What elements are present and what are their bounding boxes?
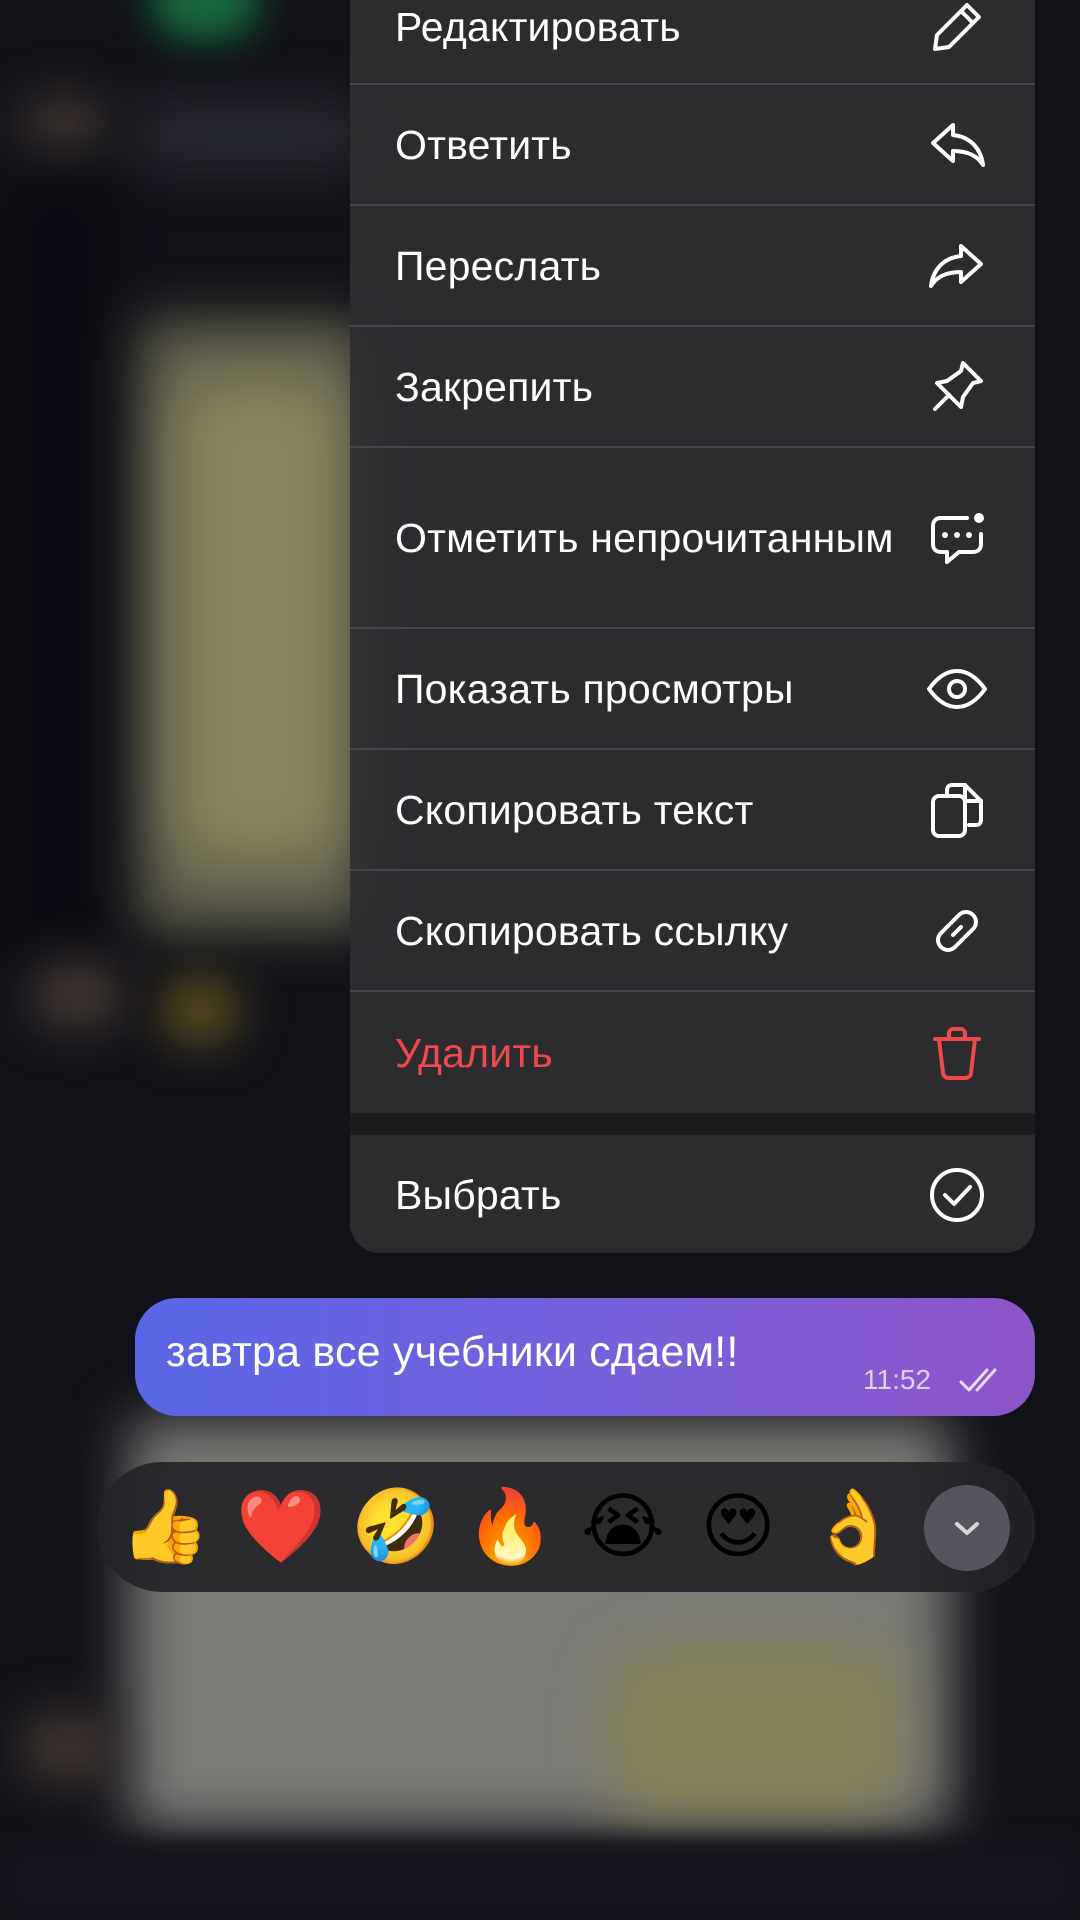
screen: Редактировать Ответить Переслать Закрепи… <box>0 0 1080 1920</box>
menu-item-label: Переслать <box>395 242 602 289</box>
menu-item-label: Отметить непрочитанным <box>395 514 894 561</box>
menu-item-forward[interactable]: Переслать <box>350 206 1035 327</box>
menu-item-delete[interactable]: Удалить <box>350 992 1035 1113</box>
chevron-down-icon <box>955 1522 979 1535</box>
menu-item-label: Ответить <box>395 121 572 168</box>
double-check-icon <box>959 1368 997 1392</box>
menu-item-label: Закрепить <box>395 363 594 410</box>
message-bubble[interactable]: завтра все учебники сдаем!! 11:52 <box>135 1298 1035 1416</box>
menu-item-reply[interactable]: Ответить <box>350 85 1035 206</box>
copy-icon <box>925 778 989 842</box>
message-text: завтра все учебники сдаем!! <box>166 1328 739 1376</box>
reaction-thumbs-up[interactable]: 👍 <box>120 1484 210 1570</box>
menu-item-label: Скопировать текст <box>395 786 754 833</box>
link-icon <box>925 899 989 963</box>
reaction-heart-eyes[interactable]: 😍 <box>695 1484 781 1570</box>
menu-item-edit[interactable]: Редактировать <box>350 0 1035 85</box>
reaction-bar: 👍 ❤️ 🤣 🔥 😭 😍 👌 <box>97 1462 1035 1592</box>
message-time: 11:52 <box>863 1364 931 1395</box>
menu-item-select[interactable]: Выбрать <box>350 1135 1035 1253</box>
menu-item-copy-text[interactable]: Скопировать текст <box>350 750 1035 871</box>
pin-icon <box>925 355 989 419</box>
menu-item-label: Скопировать ссылку <box>395 907 789 954</box>
menu-select-group: Выбрать <box>350 1135 1035 1253</box>
forward-icon <box>925 234 989 298</box>
reaction-rofl[interactable]: 🤣 <box>351 1484 441 1570</box>
menu-separator <box>350 1113 1035 1135</box>
check-circle-icon <box>925 1163 989 1227</box>
pencil-icon <box>925 0 989 59</box>
menu-item-show-views[interactable]: Показать просмотры <box>350 629 1035 750</box>
menu-item-pin[interactable]: Закрепить <box>350 327 1035 448</box>
menu-item-label: Удалить <box>395 1029 553 1076</box>
reaction-crying[interactable]: 😭 <box>580 1484 666 1570</box>
menu-item-label: Показать просмотры <box>395 665 794 712</box>
context-menu: Редактировать Ответить Переслать Закрепи… <box>350 0 1035 1253</box>
reaction-fire[interactable]: 🔥 <box>465 1484 555 1570</box>
menu-actions: Редактировать Ответить Переслать Закрепи… <box>350 0 1035 1113</box>
reaction-ok-hand[interactable]: 👌 <box>809 1484 899 1570</box>
more-reactions-button[interactable] <box>924 1485 1010 1571</box>
reaction-heart[interactable]: ❤️ <box>236 1484 326 1570</box>
trash-icon <box>925 1021 989 1085</box>
menu-item-copy-link[interactable]: Скопировать ссылку <box>350 871 1035 992</box>
eye-icon <box>925 657 989 721</box>
unread-chat-icon <box>925 506 989 570</box>
menu-item-label: Редактировать <box>395 3 681 50</box>
reply-icon <box>925 113 989 177</box>
menu-item-mark-unread[interactable]: Отметить непрочитанным <box>350 448 1035 629</box>
menu-item-label: Выбрать <box>395 1172 562 1218</box>
